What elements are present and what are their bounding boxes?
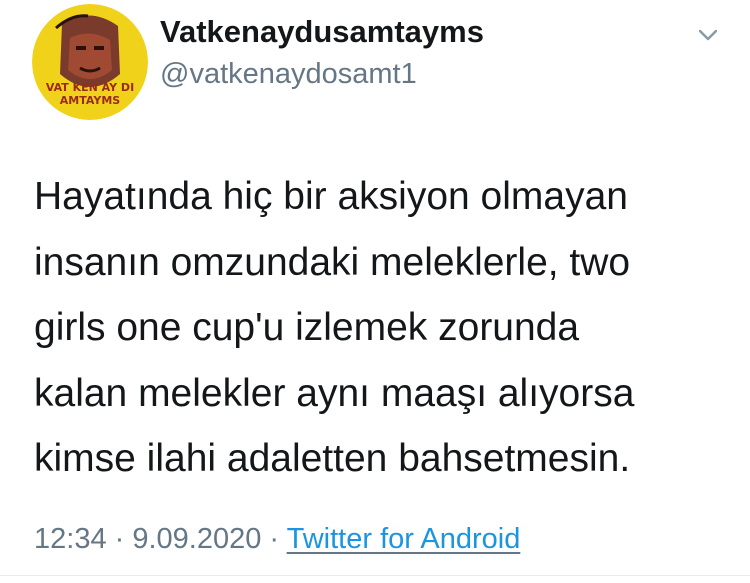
- tweet-line: Hayatında hiç bir aksiyon olmayan: [34, 175, 628, 218]
- tweet-line: kalan melekler aynı maaşı alıyorsa: [34, 371, 635, 415]
- tweet-line: insanın omzundaki meleklerle, two: [34, 240, 631, 284]
- tweet-text: Hayatında hiç bir aksiyon olmayan insanı…: [34, 164, 734, 492]
- tweet-line: girls one cup'u izlemek zorunda: [34, 306, 580, 349]
- user-handle[interactable]: @vatkenaydosamt1: [160, 58, 417, 91]
- avatar-text-bottom: AMTAYMS: [60, 94, 120, 107]
- tweet-date[interactable]: 9.09.2020: [132, 523, 261, 555]
- chevron-down-icon[interactable]: [695, 22, 721, 48]
- display-name[interactable]: Vatkenaydusamtayms: [160, 14, 484, 50]
- tweet-line: kimse ilahi adaletten bahsetmesin.: [34, 437, 631, 480]
- tweet-meta: 12:34 · 9.09.2020 · Twitter for Android: [34, 523, 520, 556]
- meta-separator: ·: [261, 523, 287, 555]
- tweet-source-link[interactable]: Twitter for Android: [287, 523, 521, 555]
- meta-separator: ·: [106, 523, 133, 555]
- avatar-text-top: VAT KEN AY DI: [46, 81, 134, 94]
- tweet-time[interactable]: 12:34: [34, 523, 107, 555]
- profile-portrait-icon: VAT KEN AY DI AMTAYMS: [32, 4, 148, 120]
- divider: [0, 575, 750, 576]
- avatar[interactable]: VAT KEN AY DI AMTAYMS: [32, 4, 148, 120]
